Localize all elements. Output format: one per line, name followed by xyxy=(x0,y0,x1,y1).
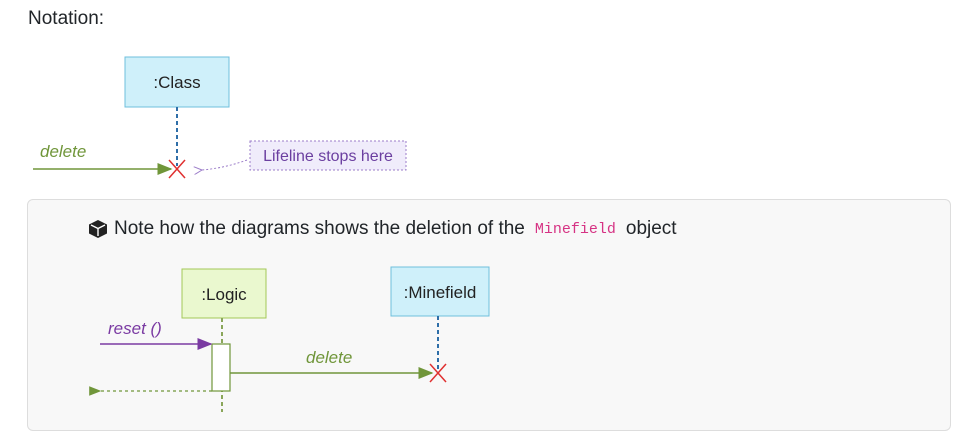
reset-call-label: reset () xyxy=(108,319,162,338)
delete-call-label: delete xyxy=(306,348,352,367)
logic-box-label: :Logic xyxy=(201,285,247,304)
minefield-box-label: :Minefield xyxy=(404,283,477,302)
logic-activation-bar xyxy=(211,343,231,392)
example-diagram: :Logic :Minefield reset () delete xyxy=(89,266,490,412)
minefield-box: :Minefield xyxy=(390,266,490,317)
logic-box: :Logic xyxy=(181,268,267,319)
